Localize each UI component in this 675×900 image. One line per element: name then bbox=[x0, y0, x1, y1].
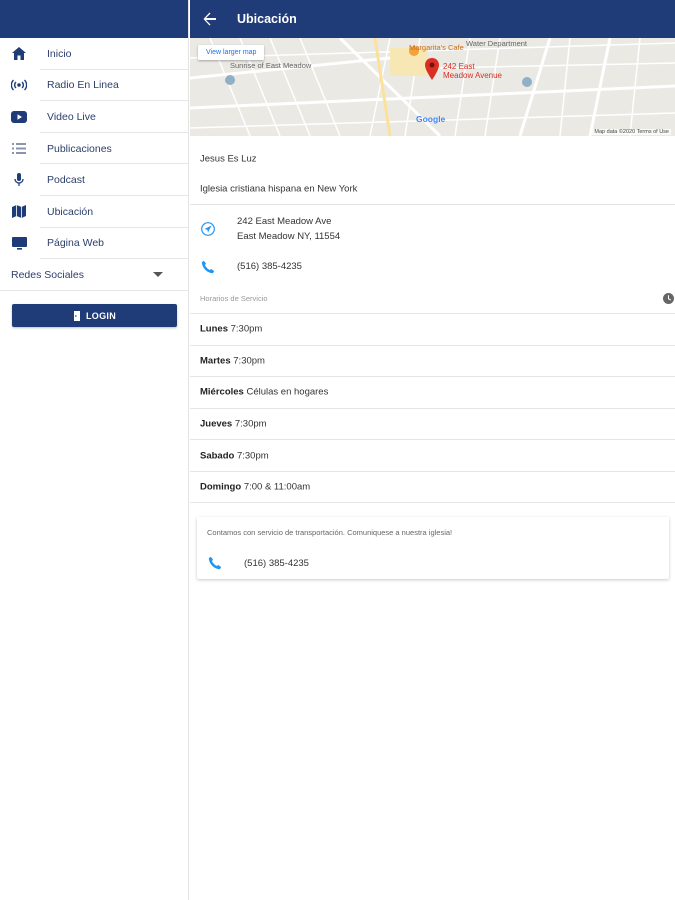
navigation-icon bbox=[201, 221, 215, 236]
schedule-entry: Miércoles Células en hogares bbox=[200, 387, 328, 398]
home-icon bbox=[11, 46, 27, 62]
sidebar-item-radio[interactable]: Radio En Linea bbox=[0, 70, 188, 102]
sidebar-item-inicio[interactable]: Inicio bbox=[0, 38, 188, 70]
schedule-time: Células en hogares bbox=[246, 386, 329, 398]
list-icon bbox=[11, 141, 27, 157]
chevron-down-icon bbox=[153, 272, 163, 278]
schedule-row: Martes 7:30pm bbox=[190, 344, 675, 377]
schedule-day: Miércoles bbox=[200, 386, 244, 398]
map-place-label: Margarita's Cafe bbox=[409, 43, 464, 52]
phone-icon[interactable] bbox=[208, 556, 222, 570]
page-title: Ubicación bbox=[237, 12, 297, 26]
sidebar-item-label: Podcast bbox=[47, 174, 85, 187]
map-credit[interactable]: Map data ©2020 Terms of Use bbox=[592, 129, 671, 135]
sidebar-item-video-live[interactable]: Video Live bbox=[0, 101, 188, 133]
schedule-row: Jueves 7:30pm bbox=[190, 407, 675, 440]
microphone-icon bbox=[11, 172, 27, 188]
schedule-row: Lunes 7:30pm bbox=[190, 313, 675, 345]
church-description: Iglesia cristiana hispana en New York bbox=[200, 183, 358, 195]
address-line: East Meadow NY, 11554 bbox=[237, 230, 341, 242]
app-bar: Ubicación bbox=[190, 0, 675, 38]
phone-row[interactable]: (516) 385-4235 bbox=[190, 252, 675, 282]
map-place-label: Water Department bbox=[466, 39, 527, 48]
schedule-time: 7:30pm bbox=[230, 323, 263, 335]
phone-icon bbox=[201, 260, 215, 274]
sidebar-item-publicaciones[interactable]: Publicaciones bbox=[0, 133, 188, 165]
transport-card: Contamos con servicio de transportación.… bbox=[197, 517, 669, 579]
address-text: 242 East Meadow Ave East Meadow NY, 1155… bbox=[237, 214, 340, 244]
view-larger-map-link[interactable]: View larger map bbox=[198, 45, 265, 60]
map-pin-icon bbox=[425, 58, 439, 80]
schedule-time: 7:30pm bbox=[234, 418, 267, 430]
sidebar-header bbox=[0, 0, 188, 38]
sidebar-item-label: Video Live bbox=[47, 110, 96, 123]
map-pin-label-line: 242 East bbox=[443, 62, 475, 71]
address-row[interactable]: 242 East Meadow Ave East Meadow NY, 1155… bbox=[190, 205, 675, 252]
sidebar: Inicio Radio En Linea Video Live Publica… bbox=[0, 0, 189, 900]
sidebar-item-label: Página Web bbox=[47, 237, 105, 250]
schedule-time: 7:30pm bbox=[233, 355, 265, 367]
schedule-entry: Martes 7:30pm bbox=[200, 355, 265, 366]
schedule-entry: Jueves 7:30pm bbox=[200, 419, 267, 430]
map-place-label: Sunrise of East Meadow bbox=[230, 61, 312, 70]
map-icon bbox=[11, 204, 27, 220]
embedded-map[interactable]: View larger map Margarita's Cafe Water D… bbox=[190, 38, 675, 136]
address-line: 242 East Meadow Ave bbox=[237, 215, 332, 227]
sidebar-item-label: Ubicación bbox=[47, 205, 94, 218]
schedule-day: Sabado bbox=[200, 450, 235, 462]
schedule-entry: Lunes 7:30pm bbox=[200, 324, 262, 335]
sidebar-item-label: Publicaciones bbox=[47, 142, 112, 155]
sidebar-item-podcast[interactable]: Podcast bbox=[0, 164, 188, 196]
divider bbox=[0, 290, 188, 292]
map-pin-label-line: Meadow Avenue bbox=[443, 71, 503, 80]
church-name: Jesus Es Luz bbox=[200, 153, 257, 165]
monitor-icon bbox=[11, 235, 27, 251]
radio-icon bbox=[11, 77, 27, 93]
login-icon bbox=[74, 310, 80, 321]
sidebar-item-label: Radio En Linea bbox=[47, 79, 119, 92]
redes-sociales-label: Redes Sociales bbox=[11, 269, 84, 282]
login-label: LOGIN bbox=[86, 310, 116, 321]
church-name-row: Jesus Es Luz bbox=[190, 144, 675, 174]
schedule-row: Miércoles Células en hogares bbox=[190, 376, 675, 408]
transport-phone[interactable]: (516) 385-4235 bbox=[244, 558, 309, 569]
schedule-time: 7:30pm bbox=[236, 450, 269, 462]
sidebar-item-ubicacion[interactable]: Ubicación bbox=[0, 196, 188, 228]
schedule-heading: Horarios de Servicio bbox=[200, 294, 268, 303]
youtube-icon bbox=[11, 109, 27, 125]
sidebar-item-label: Inicio bbox=[47, 47, 72, 60]
transport-note: Contamos con servicio de transportación.… bbox=[207, 528, 453, 537]
schedule-header: Horarios de Servicio bbox=[190, 282, 675, 313]
schedule-day: Martes bbox=[200, 355, 231, 367]
map-pin-label: 242 East Meadow Avenue bbox=[443, 62, 502, 80]
schedule-day: Domingo bbox=[200, 481, 242, 493]
redes-sociales-toggle[interactable]: Redes Sociales bbox=[0, 259, 188, 292]
schedule-row: Domingo 7:00 & 11:00am bbox=[190, 470, 675, 503]
google-logo: Google bbox=[416, 114, 446, 124]
schedule-time: 7:00 & 11:00am bbox=[243, 481, 311, 493]
schedule-entry: Sabado 7:30pm bbox=[200, 450, 269, 461]
clock-icon bbox=[663, 293, 674, 304]
login-button[interactable]: LOGIN bbox=[12, 304, 177, 327]
main-content: Ubicación View larger map Margarita's Ca… bbox=[190, 0, 675, 900]
app: Inicio Radio En Linea Video Live Publica… bbox=[0, 0, 675, 900]
schedule-row: Sabado 7:30pm bbox=[190, 439, 675, 471]
church-description-row: Iglesia cristiana hispana en New York bbox=[190, 174, 675, 204]
schedule-entry: Domingo 7:00 & 11:00am bbox=[200, 481, 310, 492]
back-arrow-icon[interactable] bbox=[202, 11, 218, 27]
sidebar-item-pagina-web[interactable]: Página Web bbox=[0, 228, 188, 260]
schedule-day: Jueves bbox=[200, 418, 233, 430]
schedule-day: Lunes bbox=[200, 323, 228, 335]
phone-number: (516) 385-4235 bbox=[237, 261, 302, 272]
